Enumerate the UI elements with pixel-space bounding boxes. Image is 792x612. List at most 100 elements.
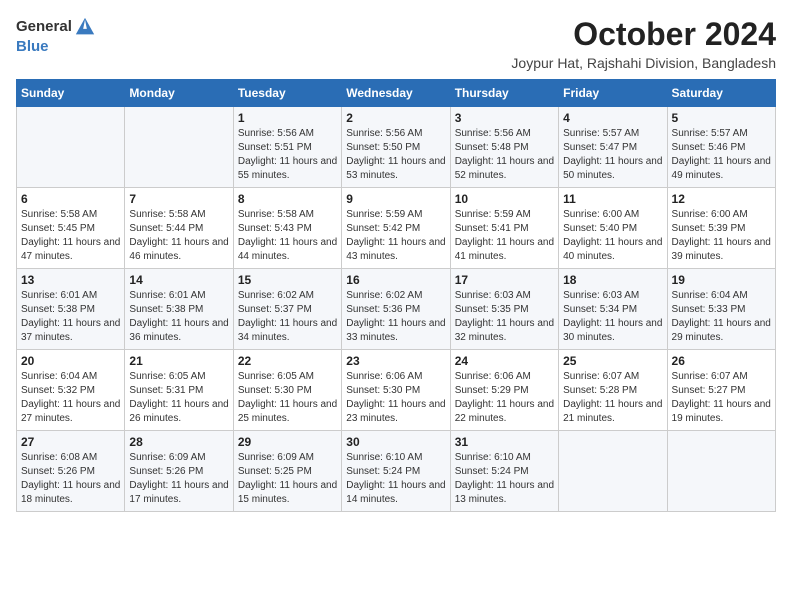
day-number: 15 [238, 273, 337, 287]
day-number: 14 [129, 273, 228, 287]
day-detail: Sunrise: 5:56 AM Sunset: 5:48 PM Dayligh… [455, 127, 554, 183]
calendar-week-1: 1 Sunrise: 5:56 AM Sunset: 5:51 PM Daylig… [17, 107, 776, 188]
calendar-week-4: 20 Sunrise: 6:04 AM Sunset: 5:32 PM Dayli… [17, 350, 776, 431]
day-number: 28 [129, 435, 228, 449]
calendar-cell: 15Sunrise: 6:02 AM Sunset: 5:37 PM Dayli… [233, 269, 341, 350]
day-number: 12 [672, 192, 771, 206]
day-detail: Sunrise: 6:06 AM Sunset: 5:29 PM Dayligh… [455, 370, 554, 426]
month-title: October 2024 [511, 16, 776, 53]
day-detail: Sunrise: 5:58 AM Sunset: 5:45 PM Dayligh… [21, 208, 120, 264]
calendar-cell: 16 Sunrise: 6:02 AM Sunset: 5:36 PM Dayli… [342, 269, 450, 350]
location-title: Joypur Hat, Rajshahi Division, Banglades… [511, 55, 776, 71]
calendar-cell: 25 Sunrise: 6:07 AM Sunset: 5:28 PM Dayli… [559, 350, 667, 431]
day-number: 10 [455, 192, 554, 206]
weekday-header-saturday: Saturday [667, 80, 775, 107]
day-number: 2 [346, 111, 445, 125]
logo-icon [74, 16, 96, 38]
calendar-cell: 31 Sunrise: 6:10 AM Sunset: 5:24 PM Dayli… [450, 431, 558, 512]
header: General Blue October 2024 Joypur Hat, Ra… [16, 16, 776, 71]
day-number: 25 [563, 354, 662, 368]
day-detail: Sunrise: 6:01 AM Sunset: 5:38 PM Dayligh… [21, 289, 120, 345]
day-detail: Sunrise: 5:56 AM Sunset: 5:51 PM Dayligh… [238, 127, 337, 183]
calendar-cell: 13 Sunrise: 6:01 AM Sunset: 5:38 PM Dayli… [17, 269, 125, 350]
day-number: 7 [129, 192, 228, 206]
calendar-week-5: 27Sunrise: 6:08 AM Sunset: 5:26 PM Dayli… [17, 431, 776, 512]
day-number: 11 [563, 192, 662, 206]
calendar-cell: 18 Sunrise: 6:03 AM Sunset: 5:34 PM Dayli… [559, 269, 667, 350]
day-detail: Sunrise: 6:02 AM Sunset: 5:36 PM Dayligh… [346, 289, 445, 345]
day-number: 16 [346, 273, 445, 287]
day-number: 21 [129, 354, 228, 368]
calendar-cell [559, 431, 667, 512]
day-number: 9 [346, 192, 445, 206]
calendar-cell: 30 Sunrise: 6:10 AM Sunset: 5:24 PM Dayli… [342, 431, 450, 512]
calendar-cell: 4 Sunrise: 5:57 AM Sunset: 5:47 PM Daylig… [559, 107, 667, 188]
day-detail: Sunrise: 5:58 AM Sunset: 5:43 PM Dayligh… [238, 208, 337, 264]
day-number: 5 [672, 111, 771, 125]
calendar-cell: 8Sunrise: 5:58 AM Sunset: 5:43 PM Daylig… [233, 188, 341, 269]
day-detail: Sunrise: 6:00 AM Sunset: 5:39 PM Dayligh… [672, 208, 771, 264]
day-detail: Sunrise: 6:04 AM Sunset: 5:33 PM Dayligh… [672, 289, 771, 345]
weekday-header-monday: Monday [125, 80, 233, 107]
calendar-week-3: 13 Sunrise: 6:01 AM Sunset: 5:38 PM Dayli… [17, 269, 776, 350]
calendar-cell: 26 Sunrise: 6:07 AM Sunset: 5:27 PM Dayli… [667, 350, 775, 431]
day-detail: Sunrise: 6:03 AM Sunset: 5:35 PM Dayligh… [455, 289, 554, 345]
calendar-table: SundayMondayTuesdayWednesdayThursdayFrid… [16, 79, 776, 512]
day-detail: Sunrise: 6:01 AM Sunset: 5:38 PM Dayligh… [129, 289, 228, 345]
day-detail: Sunrise: 6:04 AM Sunset: 5:32 PM Dayligh… [21, 370, 120, 426]
calendar-cell [17, 107, 125, 188]
day-detail: Sunrise: 6:00 AM Sunset: 5:40 PM Dayligh… [563, 208, 662, 264]
calendar-cell: 20 Sunrise: 6:04 AM Sunset: 5:32 PM Dayli… [17, 350, 125, 431]
calendar-cell: 12 Sunrise: 6:00 AM Sunset: 5:39 PM Dayli… [667, 188, 775, 269]
day-detail: Sunrise: 6:10 AM Sunset: 5:24 PM Dayligh… [455, 451, 554, 507]
calendar-cell: 5 Sunrise: 5:57 AM Sunset: 5:46 PM Daylig… [667, 107, 775, 188]
weekday-header-sunday: Sunday [17, 80, 125, 107]
weekday-header-tuesday: Tuesday [233, 80, 341, 107]
day-number: 30 [346, 435, 445, 449]
day-number: 22 [238, 354, 337, 368]
calendar-cell: 21 Sunrise: 6:05 AM Sunset: 5:31 PM Dayli… [125, 350, 233, 431]
day-detail: Sunrise: 6:05 AM Sunset: 5:30 PM Dayligh… [238, 370, 337, 426]
day-number: 3 [455, 111, 554, 125]
day-number: 4 [563, 111, 662, 125]
day-detail: Sunrise: 6:03 AM Sunset: 5:34 PM Dayligh… [563, 289, 662, 345]
calendar-cell: 3 Sunrise: 5:56 AM Sunset: 5:48 PM Daylig… [450, 107, 558, 188]
day-detail: Sunrise: 5:56 AM Sunset: 5:50 PM Dayligh… [346, 127, 445, 183]
logo-general: General [16, 19, 72, 36]
calendar-cell [125, 107, 233, 188]
calendar-cell: 9Sunrise: 5:59 AM Sunset: 5:42 PM Daylig… [342, 188, 450, 269]
weekday-header-wednesday: Wednesday [342, 80, 450, 107]
day-number: 13 [21, 273, 120, 287]
calendar-cell: 27Sunrise: 6:08 AM Sunset: 5:26 PM Dayli… [17, 431, 125, 512]
day-detail: Sunrise: 5:57 AM Sunset: 5:46 PM Dayligh… [672, 127, 771, 183]
day-detail: Sunrise: 5:59 AM Sunset: 5:41 PM Dayligh… [455, 208, 554, 264]
day-detail: Sunrise: 6:07 AM Sunset: 5:28 PM Dayligh… [563, 370, 662, 426]
calendar-cell: 2 Sunrise: 5:56 AM Sunset: 5:50 PM Daylig… [342, 107, 450, 188]
calendar-cell: 7Sunrise: 5:58 AM Sunset: 5:44 PM Daylig… [125, 188, 233, 269]
day-number: 1 [238, 111, 337, 125]
calendar-cell: 11 Sunrise: 6:00 AM Sunset: 5:40 PM Dayli… [559, 188, 667, 269]
calendar-cell: 19 Sunrise: 6:04 AM Sunset: 5:33 PM Dayli… [667, 269, 775, 350]
day-detail: Sunrise: 6:07 AM Sunset: 5:27 PM Dayligh… [672, 370, 771, 426]
title-area: October 2024 Joypur Hat, Rajshahi Divisi… [511, 16, 776, 71]
calendar-cell: 17 Sunrise: 6:03 AM Sunset: 5:35 PM Dayli… [450, 269, 558, 350]
calendar-week-2: 6Sunrise: 5:58 AM Sunset: 5:45 PM Daylig… [17, 188, 776, 269]
day-number: 19 [672, 273, 771, 287]
day-number: 26 [672, 354, 771, 368]
day-detail: Sunrise: 6:09 AM Sunset: 5:25 PM Dayligh… [238, 451, 337, 507]
logo: General Blue [16, 16, 96, 56]
day-number: 17 [455, 273, 554, 287]
day-number: 29 [238, 435, 337, 449]
weekday-header-friday: Friday [559, 80, 667, 107]
logo-blue: Blue [16, 38, 49, 55]
day-detail: Sunrise: 6:09 AM Sunset: 5:26 PM Dayligh… [129, 451, 228, 507]
day-detail: Sunrise: 6:05 AM Sunset: 5:31 PM Dayligh… [129, 370, 228, 426]
day-number: 18 [563, 273, 662, 287]
day-number: 20 [21, 354, 120, 368]
calendar-cell: 6Sunrise: 5:58 AM Sunset: 5:45 PM Daylig… [17, 188, 125, 269]
calendar-cell: 1 Sunrise: 5:56 AM Sunset: 5:51 PM Daylig… [233, 107, 341, 188]
day-number: 31 [455, 435, 554, 449]
day-detail: Sunrise: 5:57 AM Sunset: 5:47 PM Dayligh… [563, 127, 662, 183]
day-detail: Sunrise: 6:10 AM Sunset: 5:24 PM Dayligh… [346, 451, 445, 507]
calendar-cell [667, 431, 775, 512]
